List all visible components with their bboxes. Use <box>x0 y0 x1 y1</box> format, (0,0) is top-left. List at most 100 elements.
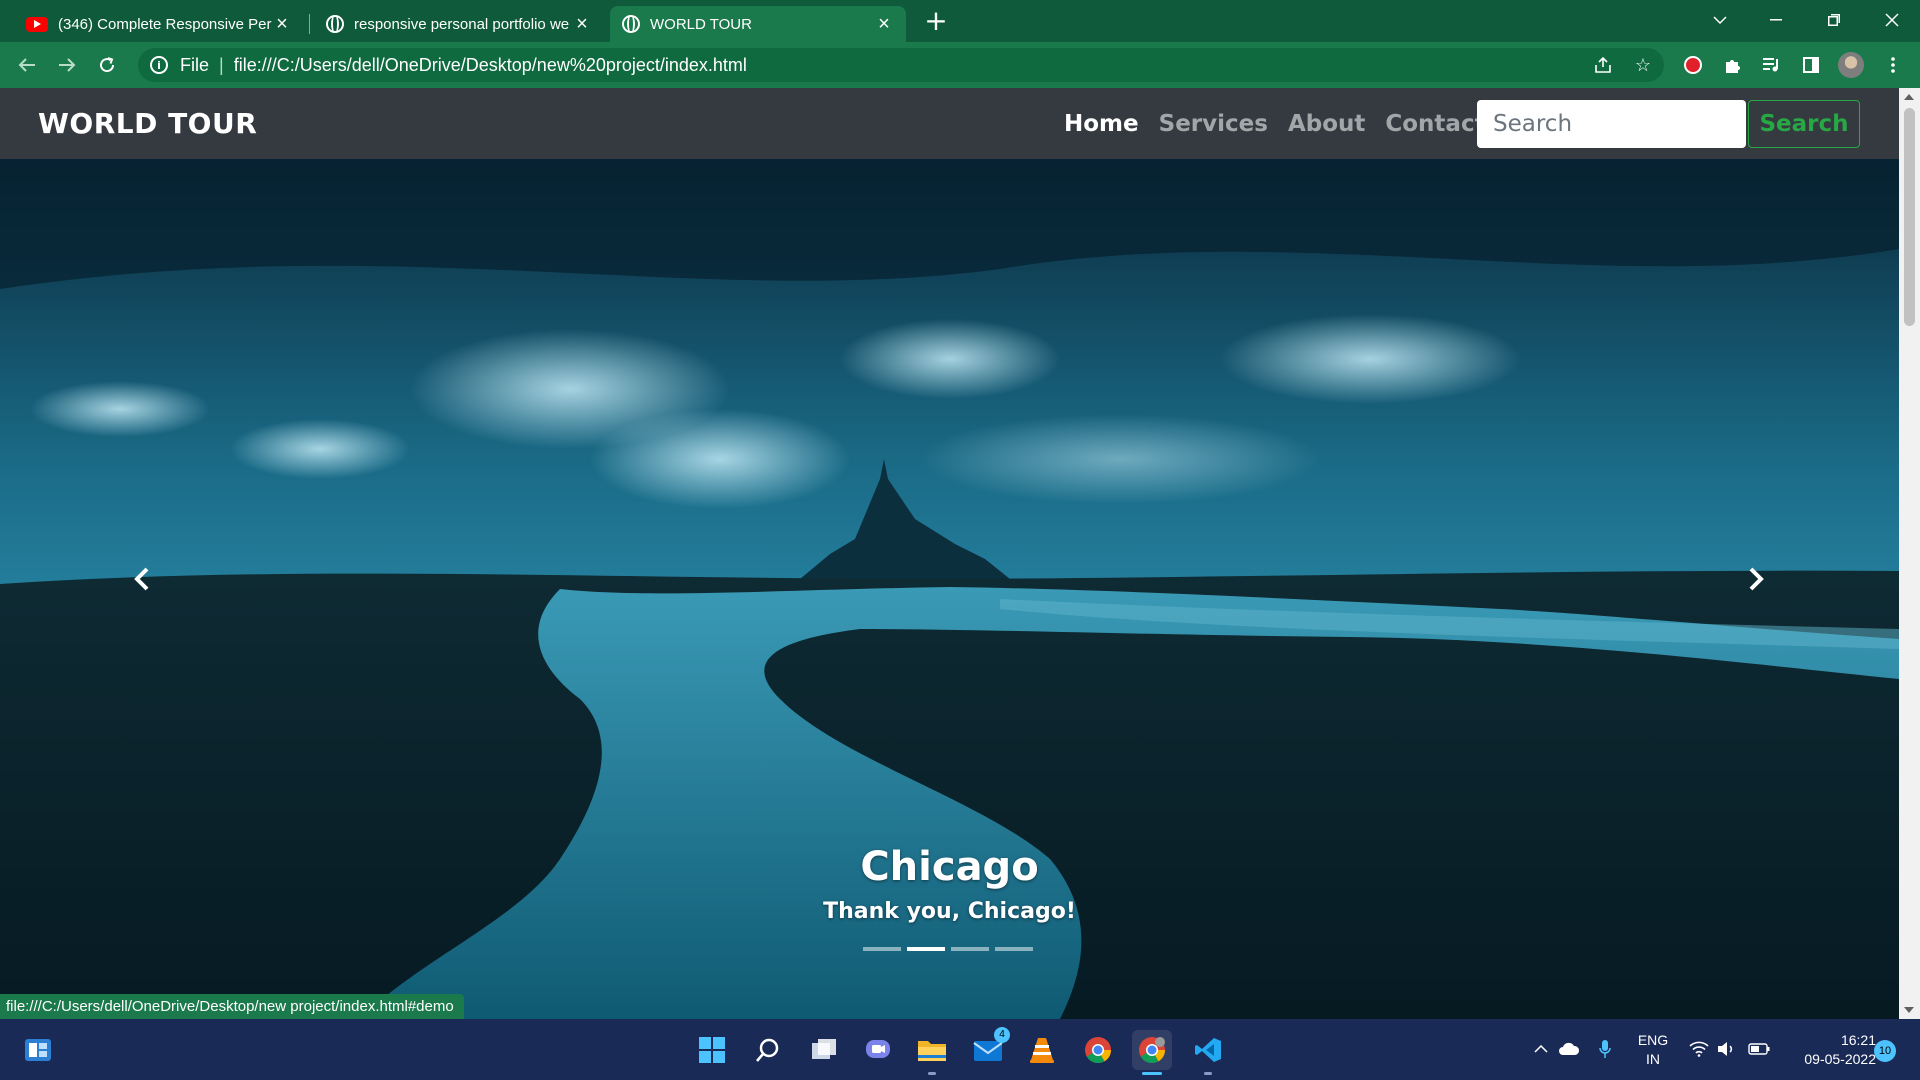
reload-icon <box>100 57 115 73</box>
chat-button[interactable] <box>858 1030 898 1070</box>
search-icon <box>756 1038 779 1062</box>
widgets-icon <box>25 1039 51 1061</box>
vlc-icon <box>1030 1038 1054 1063</box>
media-control-button[interactable] <box>1756 50 1786 80</box>
notification-badge[interactable]: 10 <box>1874 1040 1896 1062</box>
chrome-icon <box>1085 1037 1112 1064</box>
side-panel-button[interactable] <box>1796 50 1826 80</box>
nav-about[interactable]: About <box>1288 111 1365 137</box>
chevron-left-icon <box>134 567 149 591</box>
site-brand[interactable]: WORLD TOUR <box>38 107 257 140</box>
tab-title: responsive personal portfolio we <box>354 15 570 33</box>
tab-world-tour[interactable]: WORLD TOUR × <box>610 6 906 42</box>
browser-toolbar: i File | file:///C:/Users/dell/OneDrive/… <box>0 42 1920 88</box>
page-scrollbar[interactable] <box>1899 88 1920 1019</box>
carousel-indicator-active[interactable] <box>907 947 945 951</box>
chevron-right-icon <box>1749 567 1764 591</box>
site-navbar: WORLD TOUR Home Services About Contacts … <box>0 88 1899 159</box>
nav-home[interactable]: Home <box>1064 111 1139 137</box>
arrow-left-icon <box>18 58 35 72</box>
close-icon[interactable]: × <box>272 13 292 35</box>
scrollbar-thumb[interactable] <box>1904 108 1915 326</box>
carousel-indicator[interactable] <box>995 947 1033 951</box>
browser-tab-strip: (346) Complete Responsive Perso × respon… <box>0 0 1920 42</box>
address-bar[interactable]: i File | file:///C:/Users/dell/OneDrive/… <box>138 48 1664 82</box>
restore-icon <box>1828 14 1840 26</box>
tab-search-button[interactable] <box>1692 0 1748 40</box>
extensions-button[interactable] <box>1718 50 1748 80</box>
start-button[interactable] <box>692 1030 732 1070</box>
close-window-button[interactable] <box>1864 0 1920 40</box>
menu-button[interactable] <box>1878 50 1908 80</box>
tab-separator <box>309 14 310 34</box>
globe-icon <box>326 15 344 33</box>
onedrive-cloud-icon[interactable] <box>1558 1038 1580 1060</box>
minimize-button[interactable] <box>1748 0 1804 40</box>
close-icon[interactable]: × <box>572 13 592 35</box>
battery-icon[interactable] <box>1748 1038 1770 1060</box>
playlist-icon <box>1763 58 1778 72</box>
side-panel-icon <box>1803 57 1819 73</box>
carousel-indicator[interactable] <box>863 947 901 951</box>
file-explorer-icon <box>918 1041 946 1061</box>
address-url[interactable]: file:///C:/Users/dell/OneDrive/Desktop/n… <box>234 55 747 76</box>
extension-red-button[interactable] <box>1678 50 1708 80</box>
clock[interactable]: 16:21 09-05-2022 <box>1780 1019 1876 1080</box>
close-icon[interactable]: × <box>874 13 894 35</box>
carousel-prev-control[interactable] <box>122 559 162 599</box>
carousel-indicators <box>863 947 1039 951</box>
arrow-right-icon <box>59 58 76 72</box>
tray-overflow-chevron-up-icon[interactable] <box>1530 1038 1552 1060</box>
wifi-icon[interactable] <box>1688 1038 1710 1060</box>
widgets-button[interactable] <box>18 1030 58 1070</box>
tab-title: (346) Complete Responsive Perso <box>58 15 272 33</box>
mail-button[interactable]: 4 <box>968 1027 1010 1070</box>
restore-button[interactable] <box>1806 0 1862 40</box>
chrome-profile-icon <box>1139 1037 1166 1064</box>
scroll-up-arrow-icon[interactable] <box>1904 94 1914 100</box>
task-view-button[interactable] <box>804 1030 844 1070</box>
profile-button[interactable] <box>1836 50 1866 80</box>
vscode-button[interactable] <box>1188 1030 1228 1075</box>
carousel-slide-image <box>0 159 1899 1019</box>
search-button[interactable]: Search <box>1748 100 1860 148</box>
adblock-icon <box>1684 56 1702 74</box>
language-indicator[interactable]: ENG IN <box>1628 1019 1678 1080</box>
puzzle-icon <box>1726 60 1740 73</box>
chrome-profile-button[interactable] <box>1132 1030 1172 1075</box>
taskbar-search-button[interactable] <box>748 1030 788 1070</box>
carousel-caption-text: Thank you, Chicago! <box>823 899 1076 924</box>
tab-title: WORLD TOUR <box>650 15 752 33</box>
carousel-next-control[interactable] <box>1736 559 1776 599</box>
kebab-menu-icon <box>1891 57 1895 73</box>
clock-time: 16:21 <box>1840 1031 1876 1048</box>
language-code: ENG <box>1637 1031 1669 1048</box>
tab-youtube[interactable]: (346) Complete Responsive Perso × <box>14 6 304 42</box>
search-input[interactable] <box>1477 100 1746 148</box>
share-icon[interactable] <box>1592 54 1614 76</box>
nav-services[interactable]: Services <box>1159 111 1268 137</box>
globe-icon <box>622 15 640 33</box>
page-viewport: WORLD TOUR Home Services About Contacts … <box>0 88 1899 1019</box>
scroll-down-arrow-icon[interactable] <box>1904 1007 1914 1013</box>
vlc-button[interactable] <box>1022 1030 1062 1070</box>
reload-button[interactable] <box>92 50 122 80</box>
microphone-icon[interactable] <box>1594 1038 1616 1060</box>
back-button[interactable] <box>12 50 42 80</box>
info-icon[interactable]: i <box>150 56 168 74</box>
language-region: IN <box>1646 1050 1660 1067</box>
site-nav-links: Home Services About Contacts <box>1064 88 1519 159</box>
bookmark-star-icon[interactable]: ☆ <box>1632 54 1654 76</box>
hero-carousel: Chicago Thank you, Chicago! <box>0 159 1899 1019</box>
chat-icon <box>866 1040 890 1058</box>
new-tab-button[interactable]: + <box>922 7 950 36</box>
chrome-button[interactable] <box>1078 1030 1118 1070</box>
avatar <box>1838 52 1864 78</box>
forward-button[interactable] <box>52 50 82 80</box>
volume-icon[interactable] <box>1716 1038 1738 1060</box>
tab-portfolio[interactable]: responsive personal portfolio we × <box>314 6 604 42</box>
file-explorer-button[interactable] <box>912 1030 952 1075</box>
start-icon <box>699 1037 725 1063</box>
mail-badge: 4 <box>994 1027 1010 1043</box>
carousel-indicator[interactable] <box>951 947 989 951</box>
